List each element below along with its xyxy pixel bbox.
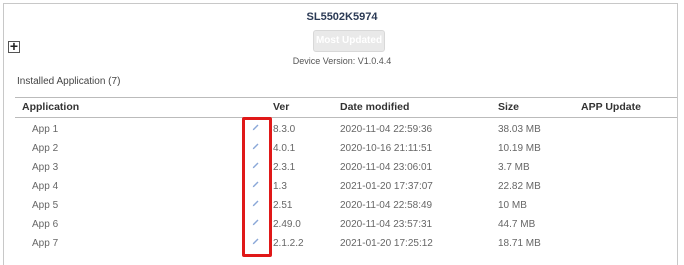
table-row: App 7 2.1.2.2 2021-01-20 17:25:12 18.71 MB bbox=[15, 235, 677, 252]
app-name: App 1 bbox=[32, 124, 59, 135]
version-value: 4.0.1 bbox=[273, 143, 296, 154]
header-bottom-divider bbox=[15, 117, 677, 118]
size-value: 38.03 MB bbox=[498, 124, 541, 135]
most-updated-button[interactable]: Most Updated bbox=[313, 30, 385, 52]
app-name: App 7 bbox=[32, 238, 59, 249]
plus-icon: + bbox=[9, 38, 19, 54]
date-modified-value: 2020-11-04 23:57:31 bbox=[340, 219, 433, 230]
table-row: App 4 1.3 2021-01-20 17:37:07 22.82 MB bbox=[15, 178, 677, 195]
column-header-size[interactable]: Size bbox=[498, 101, 519, 113]
size-value: 10 MB bbox=[498, 200, 527, 211]
column-header-application[interactable]: Application bbox=[22, 101, 79, 113]
size-value: 44.7 MB bbox=[498, 219, 536, 230]
date-modified-value: 2020-11-04 22:58:49 bbox=[340, 200, 433, 211]
table-row: App 5 2.51 2020-11-04 22:58:49 10 MB bbox=[15, 197, 677, 214]
table-row: App 1 8.3.0 2020-11-04 22:59:36 38.03 MB bbox=[15, 121, 677, 138]
version-value: 2.51 bbox=[273, 200, 293, 211]
size-value: 18.71 MB bbox=[498, 238, 541, 249]
date-modified-value: 2021-01-20 17:25:12 bbox=[340, 238, 433, 249]
column-header-ver[interactable]: Ver bbox=[273, 101, 289, 113]
annotation-highlight-box bbox=[242, 117, 272, 257]
table-row: App 6 2.49.0 2020-11-04 23:57:31 44.7 MB bbox=[15, 216, 677, 233]
date-modified-value: 2020-11-04 23:06:01 bbox=[340, 162, 433, 173]
version-value: 2.1.2.2 bbox=[273, 238, 304, 249]
app-name: App 4 bbox=[32, 181, 59, 192]
version-value: 2.49.0 bbox=[273, 219, 301, 230]
size-value: 22.82 MB bbox=[498, 181, 541, 192]
size-value: 10.19 MB bbox=[498, 143, 541, 154]
size-value: 3.7 MB bbox=[498, 162, 530, 173]
app-name: App 3 bbox=[32, 162, 59, 173]
version-value: 8.3.0 bbox=[273, 124, 296, 135]
app-name: App 2 bbox=[32, 143, 59, 154]
date-modified-value: 2021-01-20 17:37:07 bbox=[340, 181, 433, 192]
add-button[interactable]: + bbox=[8, 38, 20, 54]
column-header-date-modified[interactable]: Date modified bbox=[340, 101, 409, 113]
device-title: SL5502K5974 bbox=[306, 11, 378, 23]
app-name: App 5 bbox=[32, 200, 59, 211]
table-row: App 2 4.0.1 2020-10-16 21:11:51 10.19 MB bbox=[15, 140, 677, 157]
header-top-divider bbox=[15, 97, 677, 98]
version-value: 2.3.1 bbox=[273, 162, 296, 173]
app-name: App 6 bbox=[32, 219, 59, 230]
date-modified-value: 2020-10-16 21:11:51 bbox=[340, 143, 433, 154]
date-modified-value: 2020-11-04 22:59:36 bbox=[340, 124, 433, 135]
version-value: 1.3 bbox=[273, 181, 287, 192]
device-version: Device Version: V1.0.4.4 bbox=[292, 56, 392, 66]
column-header-app-update[interactable]: APP Update bbox=[581, 101, 641, 113]
installed-applications-label: Installed Application (7) bbox=[17, 76, 121, 87]
table-row: App 3 2.3.1 2020-11-04 23:06:01 3.7 MB bbox=[15, 159, 677, 176]
